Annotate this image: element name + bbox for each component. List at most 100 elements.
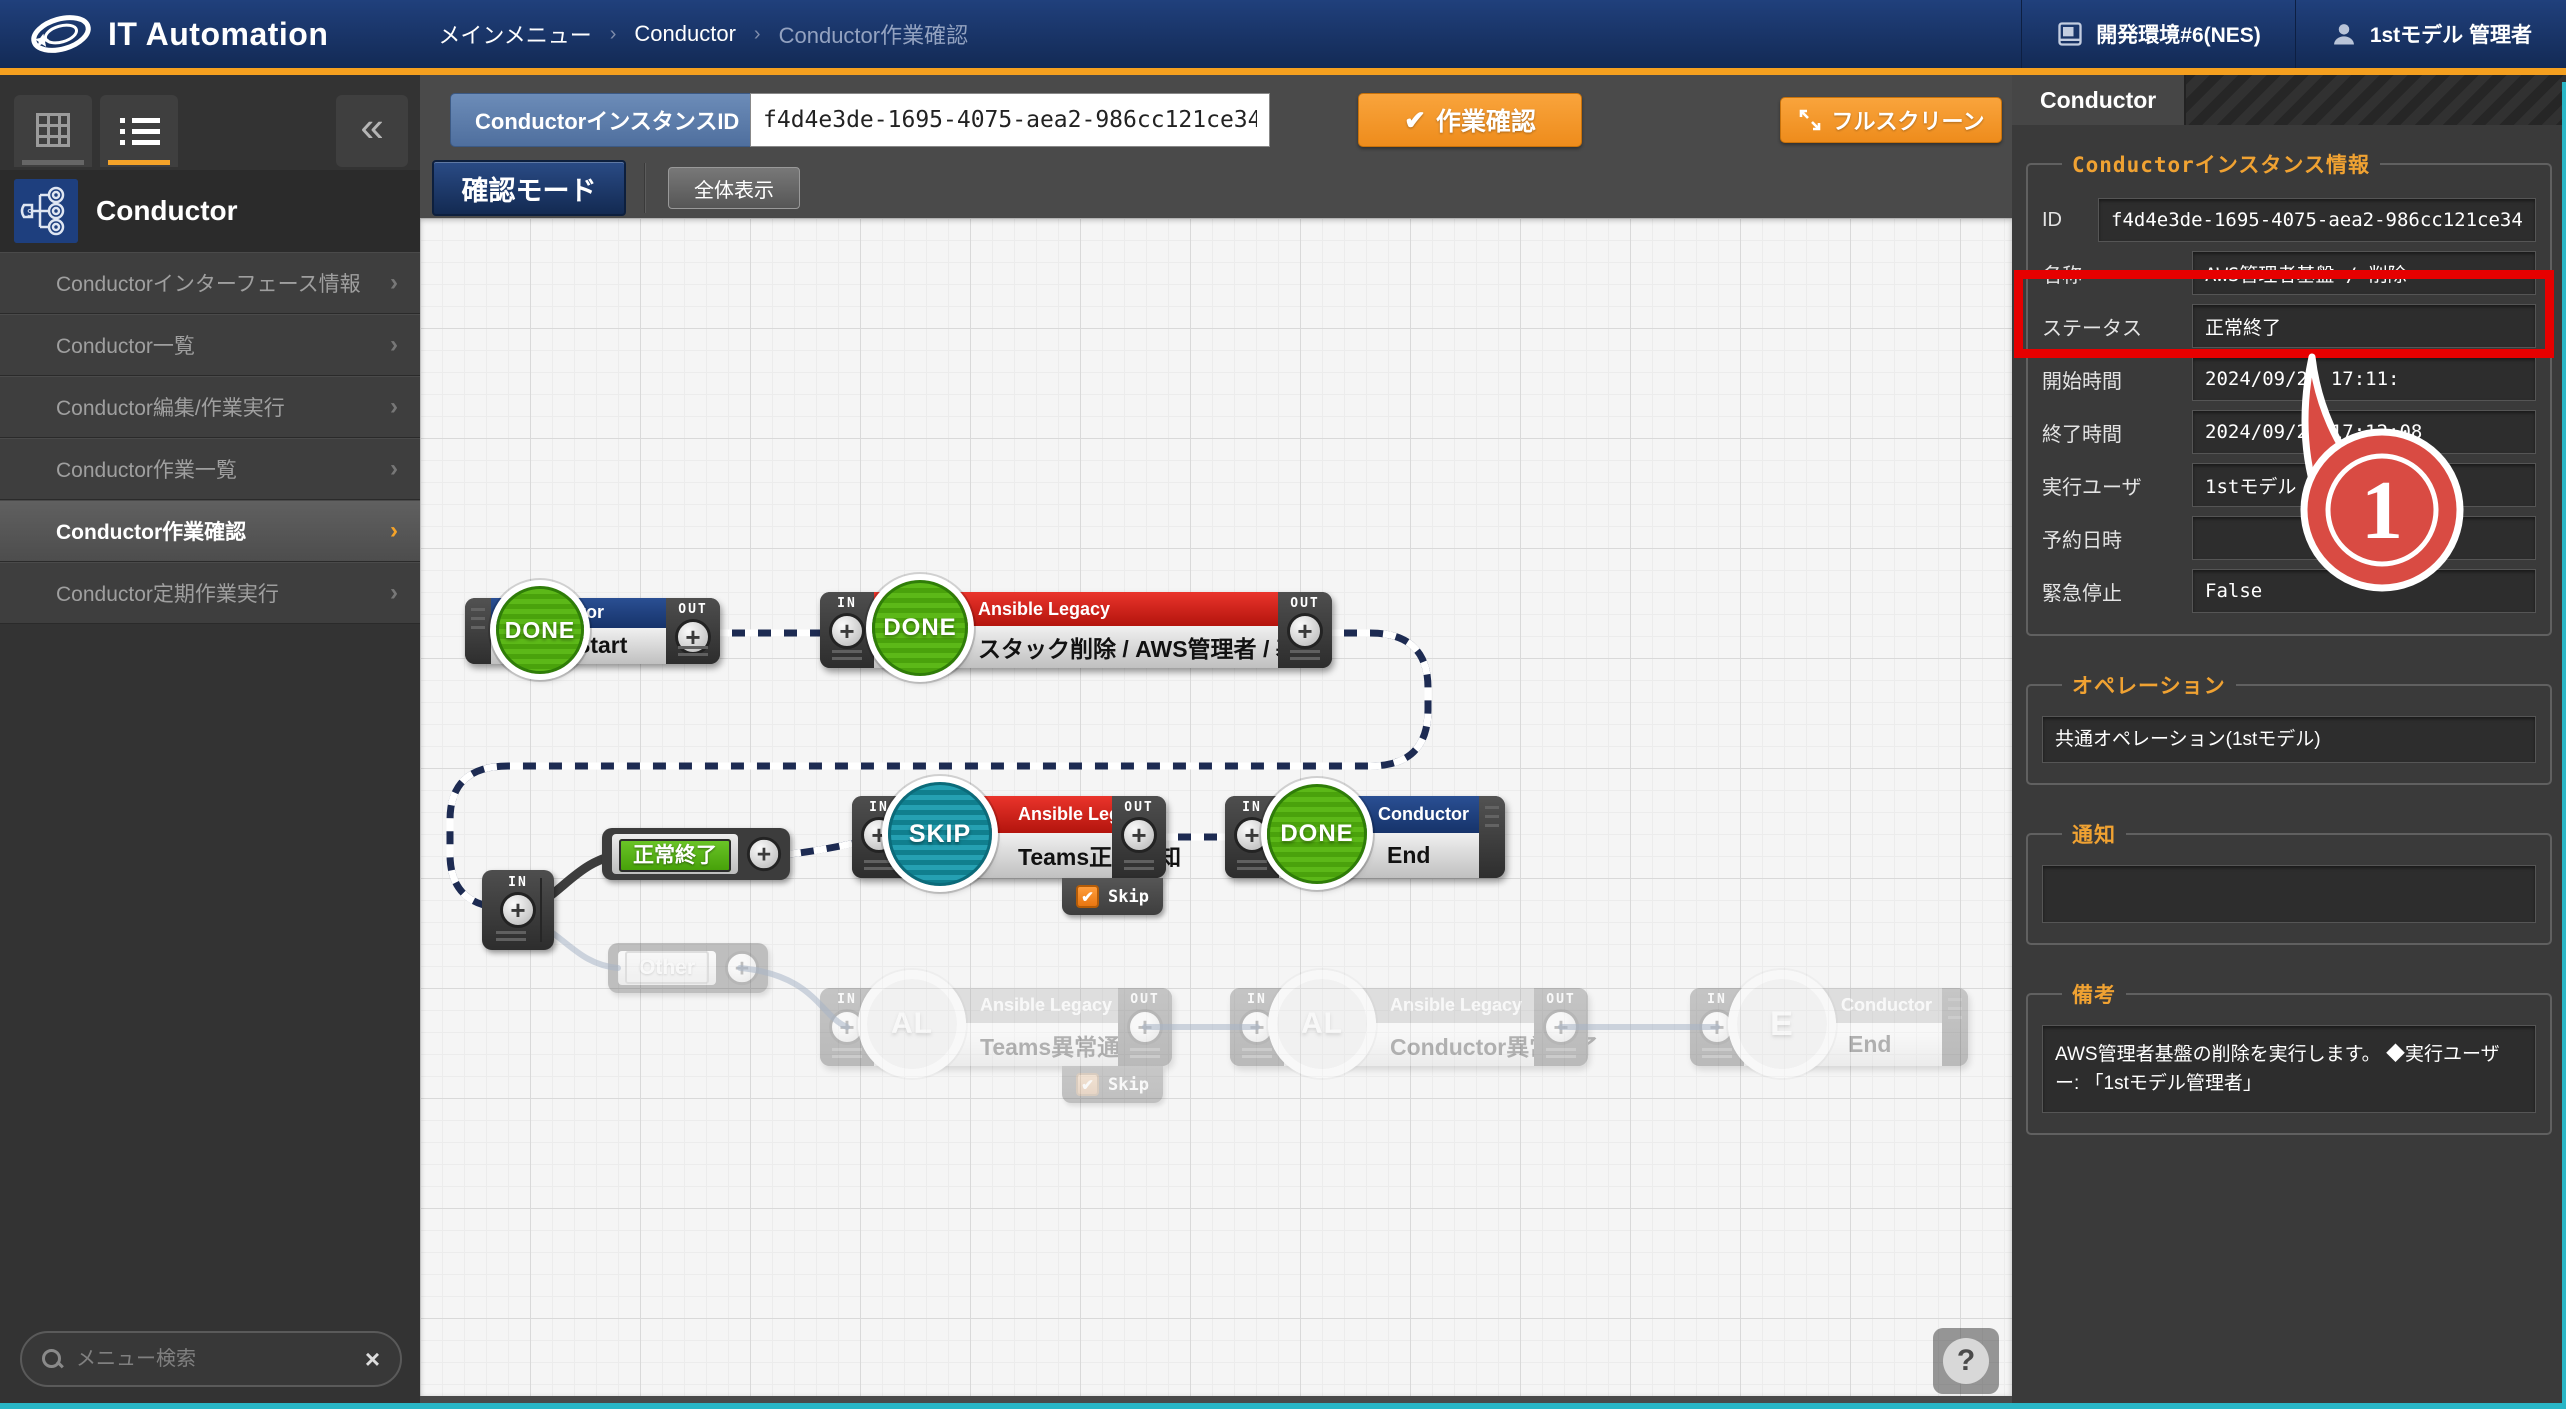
conductor-icon: S: [14, 179, 78, 243]
out-port[interactable]: OUT +: [666, 598, 720, 664]
port-connector-icon: +: [1287, 613, 1323, 649]
sidebar-item-label: Conductor作業一覧: [56, 454, 237, 484]
skip-flag-tag[interactable]: ✔ Skip: [1062, 1066, 1163, 1103]
sidebar-item-label: Conductor定期作業実行: [56, 578, 279, 608]
condition-label: 正常終了: [619, 839, 731, 872]
sidebar: « S Conductor Conductorインターフェース情報 ›: [0, 75, 420, 1403]
search-icon: [42, 1349, 62, 1369]
info-field-row: ステータス 正常終了: [2042, 304, 2536, 348]
work-confirm-button[interactable]: ✔ 作業確認: [1358, 93, 1582, 147]
conductor-canvas[interactable]: Conductor Start OUT + DONE IN + Ansible …: [420, 218, 2012, 1396]
info-field-row: ID f4d4e3de-1695-4075-aea2-986cc121ce34: [2042, 198, 2536, 242]
tab-list-view[interactable]: [100, 95, 178, 167]
environment-label: 開発環境#6(NES): [2096, 19, 2261, 49]
fullscreen-button[interactable]: フルスクリーン: [1780, 97, 2002, 143]
condition-node-other[interactable]: Other +: [608, 943, 768, 993]
breadcrumb-separator: ›: [754, 23, 761, 46]
node-endcap: [1942, 988, 1968, 1066]
fit-view-button[interactable]: 全体表示: [668, 167, 800, 209]
sidebar-item-label: Conductor一覧: [56, 330, 195, 360]
confirm-mode-button[interactable]: 確認モード: [432, 160, 626, 216]
mode-toolbar: 確認モード 全体表示: [420, 160, 2012, 218]
field-label: ID: [2042, 209, 2098, 232]
instance-info-group: Conductorインスタンス情報 ID f4d4e3de-1695-4075-…: [2026, 149, 2552, 636]
user-menu[interactable]: 1stモデル 管理者: [2295, 0, 2566, 68]
out-port[interactable]: OUT +: [1118, 988, 1172, 1066]
node-end-success[interactable]: IN + Conductor End DONE: [1225, 796, 1505, 878]
field-label: 開始時間: [2042, 365, 2192, 394]
panel-tab-bar: Conductor: [2012, 75, 2566, 125]
search-clear-icon[interactable]: ×: [365, 1344, 380, 1375]
status-badge-al: AL: [864, 976, 960, 1072]
in-port[interactable]: IN +: [820, 592, 874, 668]
toolbar-divider: [644, 163, 646, 213]
port-connector-icon: +: [500, 892, 536, 928]
port-connector-icon: +: [1234, 817, 1270, 853]
port-connector-icon: +: [1699, 1009, 1735, 1045]
menu-search: ×: [20, 1331, 402, 1387]
conditional-branch-in-node[interactable]: IN +: [482, 870, 554, 950]
field-label: 緊急停止: [2042, 577, 2192, 606]
sidebar-menu-item[interactable]: Conductorインターフェース情報 ›: [0, 252, 420, 314]
skip-flag-tag[interactable]: ✔ Skip: [1062, 878, 1163, 915]
collapse-icon: «: [360, 103, 383, 151]
note-legend: 備考: [2062, 979, 2126, 1009]
app-logo[interactable]: IT Automation: [0, 10, 368, 58]
notice-group: 通知: [2026, 819, 2552, 945]
sidebar-menu-item[interactable]: Conductor作業確認 ›: [0, 500, 420, 562]
status-badge-done: DONE: [1267, 784, 1367, 884]
detail-panel: Conductor Conductorインスタンス情報 ID f4d4e3de-…: [2012, 75, 2566, 1409]
info-field-row: 終了時間 2024/09/24 17:12:08: [2042, 410, 2536, 454]
chevron-right-icon: ›: [390, 393, 398, 421]
user-label: 1stモデル 管理者: [2370, 19, 2532, 49]
field-value: [2192, 516, 2536, 560]
sidebar-collapse-button[interactable]: «: [336, 95, 408, 167]
status-badge-al: AL: [1274, 976, 1370, 1072]
instance-id-input[interactable]: [750, 93, 1270, 147]
port-connector-icon: +: [829, 1009, 865, 1045]
node-end-error[interactable]: IN + Conductor End E: [1690, 988, 1968, 1066]
panel-tab-conductor[interactable]: Conductor: [2012, 75, 2186, 125]
bottom-accent-line: [0, 1403, 2566, 1409]
sidebar-menu-list: Conductorインターフェース情報 › Conductor一覧 › Cond…: [0, 252, 420, 624]
out-port[interactable]: OUT +: [1278, 592, 1332, 668]
field-value: 正常終了: [2192, 304, 2536, 348]
skip-checkbox[interactable]: ✔: [1076, 885, 1099, 908]
node-teams-error-notify[interactable]: IN + Ansible Legacy Teams異常通知 OUT + AL: [820, 988, 1172, 1066]
operation-group: オペレーション 共通オペレーション(1stモデル): [2026, 670, 2552, 785]
field-label: 実行ユーザ: [2042, 471, 2192, 500]
environment-selector[interactable]: 開発環境#6(NES): [2021, 0, 2295, 68]
chevron-right-icon: ›: [390, 517, 398, 545]
node-start[interactable]: Conductor Start OUT + DONE: [465, 598, 720, 664]
fullscreen-icon: [1798, 108, 1822, 132]
node-teams-success-notify[interactable]: IN + Ansible Legacy Teams正常通知 OUT + SKIP: [852, 796, 1166, 878]
breadcrumb-conductor[interactable]: Conductor: [634, 21, 736, 47]
menu-search-input[interactable]: [76, 1348, 365, 1371]
sidebar-menu-group[interactable]: S Conductor: [0, 170, 420, 252]
info-field-row: 名称 AWS管理者基盤 / 削除: [2042, 251, 2536, 295]
note-group: 備考 AWS管理者基盤の削除を実行します。 ◆実行ユーザー: 「1stモデル管理…: [2026, 979, 2552, 1135]
port-connector-icon: +: [725, 951, 759, 985]
skip-checkbox[interactable]: ✔: [1076, 1073, 1099, 1096]
tab-grid-view[interactable]: [14, 95, 92, 167]
sidebar-menu-item[interactable]: Conductor編集/作業実行 ›: [0, 376, 420, 438]
help-icon: ?: [1943, 1338, 1989, 1384]
breadcrumb: メインメニュー › Conductor › Conductor作業確認: [438, 18, 968, 50]
sidebar-menu-item[interactable]: Conductor一覧 ›: [0, 314, 420, 376]
status-badge-skip: SKIP: [888, 782, 992, 886]
connection-wires: [420, 218, 2012, 1396]
grid-icon: [36, 113, 70, 147]
port-connector-icon: +: [675, 619, 711, 655]
condition-node-success[interactable]: 正常終了 +: [602, 828, 790, 880]
sidebar-menu-item[interactable]: Conductor定期作業実行 ›: [0, 562, 420, 624]
field-value: False: [2192, 569, 2536, 613]
node-stack-delete[interactable]: IN + Ansible Legacy スタック削除 / AWS管理者 / 基盤…: [820, 592, 1332, 668]
help-button[interactable]: ?: [1933, 1328, 1999, 1394]
node-conductor-error-end[interactable]: IN + Ansible Legacy Conductor異常終了 OUT + …: [1230, 988, 1588, 1066]
breadcrumb-main-menu[interactable]: メインメニュー: [438, 18, 591, 50]
out-port[interactable]: OUT +: [1112, 796, 1166, 878]
note-value: AWS管理者基盤の削除を実行します。 ◆実行ユーザー: 「1stモデル管理者」: [2042, 1025, 2536, 1113]
out-port[interactable]: OUT +: [1534, 988, 1588, 1066]
field-label: 名称: [2042, 259, 2192, 288]
sidebar-menu-item[interactable]: Conductor作業一覧 ›: [0, 438, 420, 500]
